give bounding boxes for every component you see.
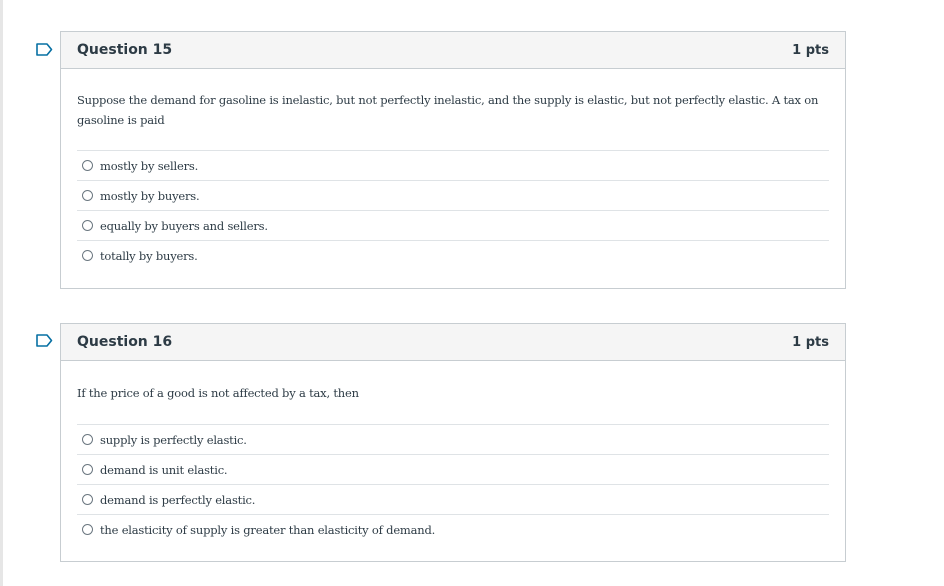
question-title: Question 16 (77, 334, 173, 350)
left-rule (0, 0, 3, 586)
bookmark-icon[interactable] (36, 43, 53, 56)
answer-label: mostly by sellers. (100, 158, 199, 173)
answer-label: totally by buyers. (100, 248, 198, 263)
answer-label: demand is unit elastic. (100, 462, 228, 477)
radio-button[interactable] (82, 464, 93, 475)
question-points: 1 pts (792, 42, 829, 58)
bookmark-icon[interactable] (36, 334, 53, 347)
radio-button[interactable] (82, 250, 93, 261)
answer-label: supply is perfectly elastic. (100, 432, 247, 447)
answer-option[interactable]: mostly by sellers. (77, 150, 829, 180)
question-text: Suppose the demand for gasoline is inela… (77, 93, 819, 127)
answer-label: the elasticity of supply is greater than… (100, 522, 436, 537)
radio-button[interactable] (82, 190, 93, 201)
radio-button[interactable] (82, 524, 93, 535)
radio-button[interactable] (82, 494, 93, 505)
answer-option[interactable]: demand is unit elastic. (77, 454, 829, 484)
answer-option[interactable]: mostly by buyers. (77, 180, 829, 210)
question-header: Question 15 1 pts (61, 32, 845, 69)
radio-button[interactable] (82, 434, 93, 445)
answer-option[interactable]: equally by buyers and sellers. (77, 210, 829, 240)
question-body: Suppose the demand for gasoline is inela… (61, 69, 845, 270)
answer-list: supply is perfectly elastic. demand is u… (77, 424, 829, 544)
question-15: Question 15 1 pts Suppose the demand for… (60, 31, 846, 289)
answer-label: equally by buyers and sellers. (100, 218, 268, 233)
radio-button[interactable] (82, 220, 93, 231)
answer-option[interactable]: demand is perfectly elastic. (77, 484, 829, 514)
answer-list: mostly by sellers. mostly by buyers. equ… (77, 150, 829, 270)
quiz-page: Question 15 1 pts Suppose the demand for… (0, 0, 944, 586)
question-text: If the price of a good is not affected b… (77, 386, 359, 400)
answer-option[interactable]: supply is perfectly elastic. (77, 424, 829, 454)
answer-label: mostly by buyers. (100, 188, 200, 203)
question-16: Question 16 1 pts If the price of a good… (60, 323, 846, 562)
question-points: 1 pts (792, 334, 829, 350)
question-body: If the price of a good is not affected b… (61, 361, 845, 544)
answer-option[interactable]: the elasticity of supply is greater than… (77, 514, 829, 544)
answer-option[interactable]: totally by buyers. (77, 240, 829, 270)
answer-label: demand is perfectly elastic. (100, 492, 256, 507)
question-title: Question 15 (77, 42, 173, 58)
question-header: Question 16 1 pts (61, 324, 845, 361)
radio-button[interactable] (82, 160, 93, 171)
